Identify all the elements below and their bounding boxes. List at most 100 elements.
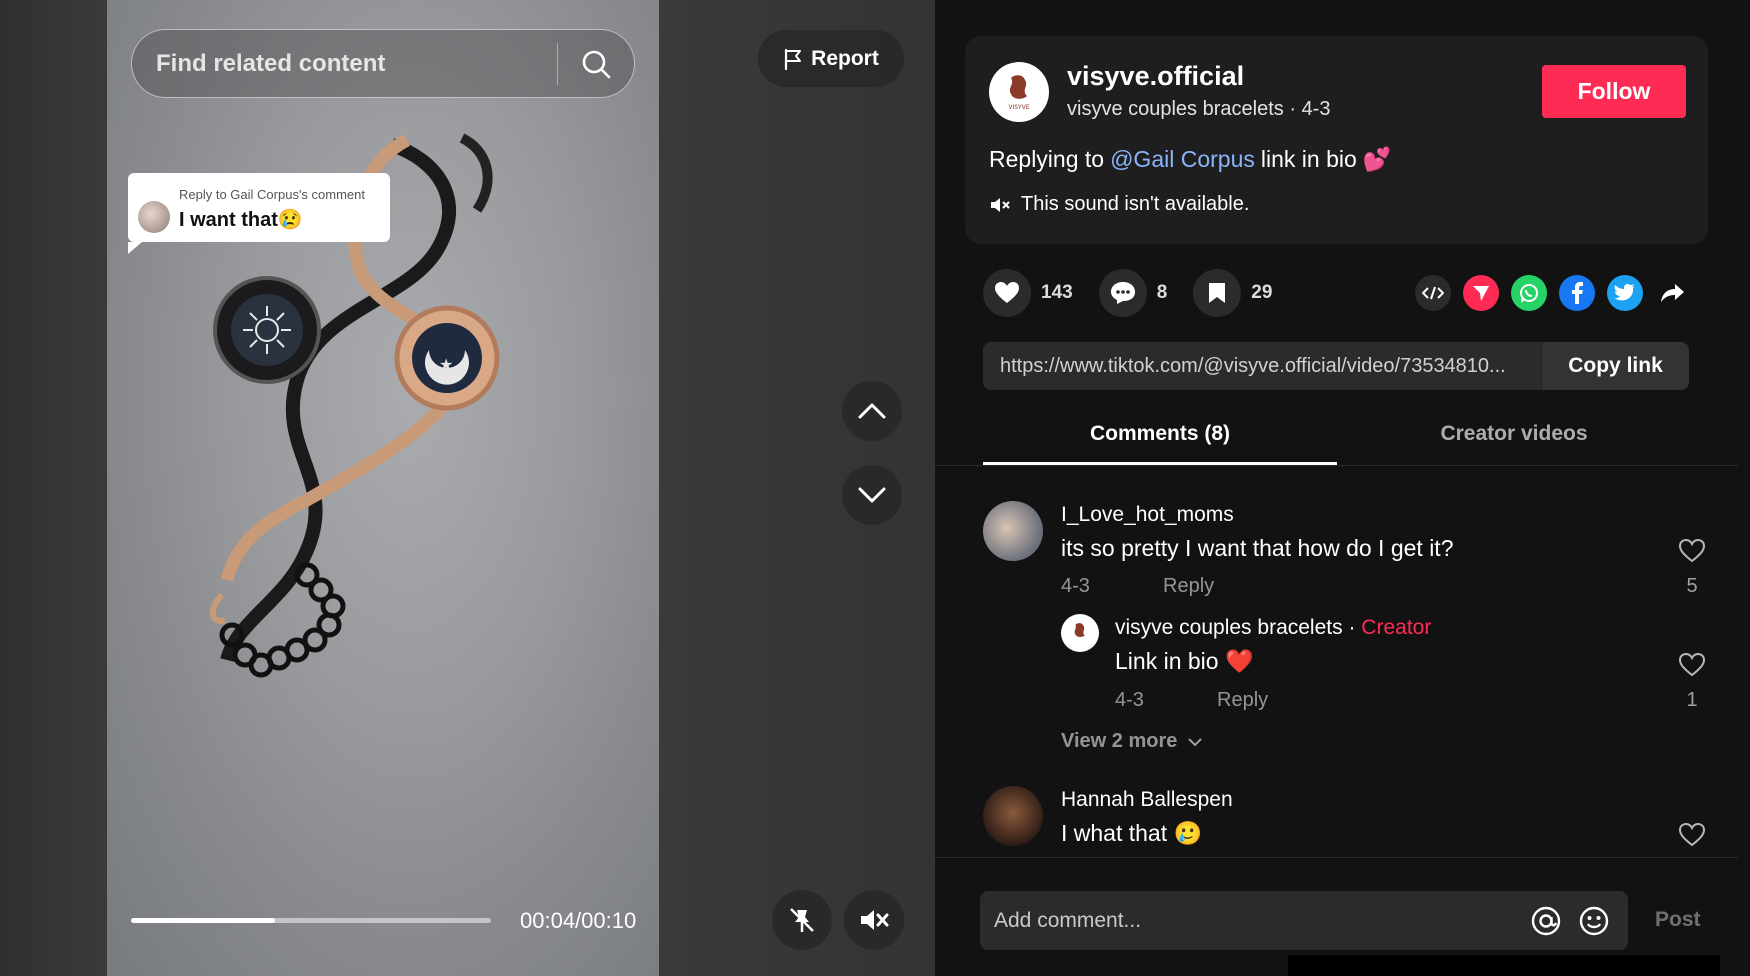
comment-author[interactable]: Hannah Ballespen	[1061, 788, 1233, 812]
floating-player-button[interactable]	[772, 890, 832, 950]
smiley-icon	[1579, 906, 1609, 935]
svg-text:VISYVE: VISYVE	[1008, 104, 1029, 111]
mention-button[interactable]	[1522, 897, 1570, 945]
video-progress-fill	[131, 918, 275, 923]
display-name: visyve couples bracelets	[1067, 98, 1284, 120]
reply-text-line: Link in bio ❤️	[1115, 648, 1254, 675]
embed-button[interactable]	[1415, 275, 1451, 311]
post-comment-button[interactable]: Post	[1655, 908, 1701, 932]
comment-author[interactable]: I_Love_hot_moms	[1061, 503, 1234, 527]
send-to-friends-button[interactable]	[1463, 275, 1499, 311]
like-button[interactable]	[983, 269, 1031, 317]
save-action[interactable]: 29	[1193, 269, 1272, 317]
panel-scrollbar[interactable]	[1738, 0, 1750, 976]
visyve-logo-icon: VISYVE	[1008, 75, 1030, 111]
reply-to-comment-sticker: Reply to Gail Corpus's comment I want th…	[128, 173, 390, 254]
comment-text: its so pretty I want that how do I get i…	[1061, 535, 1454, 561]
video-link-text[interactable]: https://www.tiktok.com/@visyve.official/…	[983, 355, 1541, 378]
comment-action[interactable]: 8	[1098, 269, 1168, 317]
flag-icon	[785, 48, 802, 70]
reply-like-count: 1	[1686, 689, 1698, 711]
heart-icon	[995, 282, 1019, 303]
panel-tabs: Comments (8) Creator videos	[935, 410, 1750, 466]
sound-info: This sound isn't available.	[989, 193, 1249, 216]
view-more-replies-button[interactable]: View 2 more	[1061, 730, 1203, 753]
reply-sticker-header: Reply to Gail Corpus's comment	[179, 187, 365, 202]
report-button[interactable]: Report	[758, 30, 904, 87]
engagement-actions: 143 8 29	[983, 268, 1298, 318]
username[interactable]: visyve.official	[1067, 61, 1244, 92]
follow-button[interactable]: Follow	[1542, 65, 1686, 118]
comment-count: 8	[1156, 282, 1168, 303]
avatar[interactable]: VISYVE	[989, 62, 1049, 122]
copy-link-button[interactable]: Copy link	[1541, 342, 1689, 390]
emoji-button[interactable]	[1570, 897, 1618, 945]
comment-text: I what that 🥲	[1061, 820, 1203, 846]
more-share-button[interactable]	[1655, 275, 1691, 311]
reply-date: 4-3	[1115, 689, 1144, 711]
search-icon	[582, 50, 611, 78]
reply-author[interactable]: visyve couples bracelets	[1115, 616, 1343, 639]
reply-reply-button[interactable]: Reply	[1217, 689, 1268, 712]
like-action[interactable]: 143	[983, 269, 1073, 317]
share-whatsapp-button[interactable]	[1511, 275, 1547, 311]
post-caption: Replying to @Gail Corpus link in bio 💕	[989, 146, 1391, 173]
creator-badge: Creator	[1361, 616, 1432, 639]
search-button[interactable]	[558, 29, 634, 98]
post-info-card: VISYVE visyve.official visyve couples br…	[965, 36, 1708, 244]
tiktok-video-page: ★ Find related content Reply to Gail Cor…	[0, 0, 1750, 976]
search-input[interactable]: Find related content	[132, 50, 557, 78]
share-twitter-button[interactable]	[1607, 275, 1643, 311]
volume-muted-icon	[991, 197, 1010, 212]
copy-link-box: https://www.tiktok.com/@visyve.official/…	[983, 342, 1689, 390]
share-buttons	[1415, 275, 1691, 311]
previous-video-button[interactable]	[842, 381, 902, 441]
chevron-down-icon	[858, 487, 886, 503]
comment-like-button[interactable]: 5	[1672, 538, 1712, 598]
view-more-label: View 2 more	[1061, 730, 1178, 752]
share-facebook-button[interactable]	[1559, 275, 1595, 311]
video-backdrop-left	[0, 0, 107, 976]
like-count: 143	[1041, 282, 1073, 303]
report-label: Report	[811, 46, 879, 70]
comment-like-button[interactable]	[1672, 822, 1712, 853]
reply-like-button[interactable]: 1	[1672, 652, 1712, 712]
comment-input[interactable]: Add comment...	[980, 909, 1522, 933]
video-progress-bar[interactable]	[131, 918, 491, 923]
save-button[interactable]	[1193, 269, 1242, 317]
avatar[interactable]	[983, 501, 1043, 561]
comment-input-box[interactable]: Add comment...	[980, 891, 1628, 950]
twitter-icon	[1614, 284, 1635, 301]
avatar[interactable]	[1061, 614, 1099, 652]
tab-comments[interactable]: Comments (8)	[983, 422, 1337, 446]
pin-off-icon	[790, 908, 814, 932]
video-time: 00:04/00:10	[520, 908, 637, 933]
caption-emoji: 💕	[1362, 146, 1392, 172]
share-arrow-icon	[1661, 284, 1684, 302]
comment-reply-button[interactable]: Reply	[1163, 575, 1214, 598]
next-video-button[interactable]	[842, 465, 902, 525]
video-area: ★ Find related content Reply to Gail Cor…	[0, 0, 935, 976]
mute-button[interactable]	[844, 890, 904, 950]
avatar[interactable]	[983, 786, 1043, 846]
caption-suffix: link in bio	[1260, 146, 1357, 172]
comment-like-count: 5	[1686, 575, 1698, 597]
comment-bubble-icon	[1110, 282, 1135, 304]
active-tab-indicator	[983, 462, 1337, 465]
sound-text: This sound isn't available.	[1021, 193, 1250, 215]
search-box[interactable]: Find related content	[131, 29, 635, 98]
bookmark-icon	[1209, 283, 1226, 303]
caption-mention-link[interactable]: @Gail Corpus	[1110, 146, 1255, 173]
save-count: 29	[1251, 282, 1273, 303]
heart-outline-icon	[1678, 822, 1706, 847]
details-panel: VISYVE visyve.official visyve couples br…	[935, 0, 1750, 976]
svg-text:★: ★	[439, 355, 453, 374]
avatar	[138, 201, 170, 233]
heart-outline-icon	[1678, 652, 1706, 677]
chevron-down-icon	[1188, 737, 1203, 746]
reply-sticker-text: I want that😢	[179, 209, 303, 231]
tab-creator-videos[interactable]: Creator videos	[1337, 422, 1691, 446]
comment-date: 4-3	[1061, 575, 1090, 597]
comment-button[interactable]	[1098, 269, 1147, 317]
reply-emoji: ❤️	[1224, 648, 1254, 674]
